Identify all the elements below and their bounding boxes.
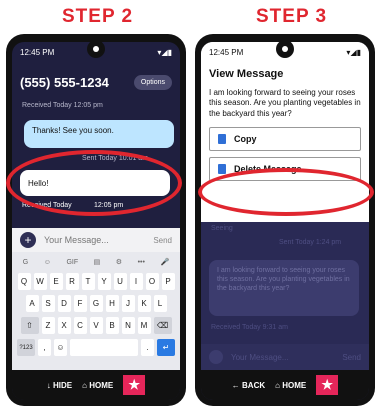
key[interactable]: I xyxy=(129,273,143,290)
bg-send: Send xyxy=(342,352,361,362)
highlight-oval-step-2 xyxy=(6,150,182,216)
home-button[interactable]: ⌂ HOME xyxy=(275,381,306,390)
options-button[interactable]: Options xyxy=(133,74,172,90)
bg-sent-meta: Sent Today 1:24 pm xyxy=(279,239,342,246)
key[interactable]: D xyxy=(57,295,71,312)
contact-phone-number: (555) 555-1234 xyxy=(20,74,109,90)
key[interactable]: B xyxy=(105,317,119,334)
bottom-nav-bar: ↓ HIDE ⌂ HOME ★ xyxy=(12,370,180,400)
messaging-screen: 12:45 PM ▾◢▮ (555) 555-1234 Options Rece… xyxy=(12,42,180,400)
keyboard-row-2: A S D F G H J K L xyxy=(15,295,177,312)
key[interactable]: K xyxy=(137,295,151,312)
key[interactable]: G xyxy=(89,295,103,312)
hide-button[interactable]: ↓ HIDE xyxy=(47,381,72,390)
dialog-message-text: I am looking forward to seeing your rose… xyxy=(209,88,361,118)
bottom-nav-bar: ← BACK ⌂ HOME ★ xyxy=(201,370,369,400)
shift-key[interactable]: ⇧ xyxy=(20,317,39,334)
keyboard-row-1: Q W E R T Y U I O P xyxy=(15,273,177,290)
top-meta: Received Today 12:05 pm xyxy=(22,102,103,109)
key[interactable]: U xyxy=(113,273,127,290)
keyboard-toolbar: G ☺ GIF ▤ ⚙ ••• 🎤 xyxy=(15,256,177,268)
send-button[interactable]: Send xyxy=(153,236,172,245)
key[interactable]: Z xyxy=(41,317,55,334)
more-icon[interactable]: ••• xyxy=(138,259,145,266)
status-icons: ▾◢▮ xyxy=(346,47,361,57)
keyboard-row-3: ⇧ Z X C V B N M ⌫ xyxy=(15,317,177,334)
star-icon[interactable]: ★ xyxy=(316,375,339,395)
enter-key[interactable]: ↵ xyxy=(157,339,175,356)
key[interactable]: L xyxy=(153,295,167,312)
bg-received-bubble: I am looking forward to seeing your rose… xyxy=(209,260,359,316)
message-options-screen: Seeing Sent Today 1:24 pm I am looking f… xyxy=(201,42,369,400)
conversation-header: (555) 555-1234 Options xyxy=(12,62,180,102)
gif-icon[interactable]: GIF xyxy=(66,259,78,266)
key[interactable]: M xyxy=(137,317,151,334)
mic-icon[interactable]: 🎤 xyxy=(161,258,170,266)
back-button[interactable]: ← BACK xyxy=(232,381,265,390)
bg-top-bubble: Seeing xyxy=(211,225,233,232)
space-key[interactable] xyxy=(70,339,138,356)
step-2-title: STEP 2 xyxy=(62,6,134,27)
status-time: 12:45 PM xyxy=(20,47,55,57)
message-input[interactable]: Your Message... xyxy=(44,235,145,245)
settings-icon[interactable]: ⚙ xyxy=(116,258,122,266)
key[interactable]: X xyxy=(57,317,71,334)
emoji-icon[interactable]: ☺ xyxy=(44,259,51,266)
phone-step-2: 12:45 PM ▾◢▮ (555) 555-1234 Options Rece… xyxy=(6,34,186,406)
message-composer: + Your Message... Send xyxy=(12,228,180,252)
key[interactable]: V xyxy=(89,317,103,334)
sent-message-bubble[interactable]: Thanks! See you soon. xyxy=(24,120,174,148)
step-3-title: STEP 3 xyxy=(256,6,328,27)
bg-received-meta: Received Today 9:31 am xyxy=(211,324,288,331)
copy-icon xyxy=(218,134,226,145)
key[interactable]: A xyxy=(25,295,39,312)
copy-button[interactable]: Copy xyxy=(209,127,361,152)
key[interactable]: N xyxy=(121,317,135,334)
comma-key[interactable]: , xyxy=(38,339,51,356)
add-attachment-button[interactable]: + xyxy=(20,232,36,248)
clipboard-icon[interactable]: ▤ xyxy=(94,258,101,266)
key[interactable]: P xyxy=(161,273,175,290)
bg-plus-icon xyxy=(209,350,223,364)
google-icon[interactable]: G xyxy=(23,259,28,266)
key[interactable]: H xyxy=(105,295,119,312)
trash-icon xyxy=(218,164,226,175)
keyboard: G ☺ GIF ▤ ⚙ ••• 🎤 Q W E R T Y U I O P A … xyxy=(12,252,180,370)
symbols-key[interactable]: ?123 xyxy=(17,339,35,356)
emoji-key[interactable]: ☺ xyxy=(54,339,67,356)
keyboard-row-4: ?123 , ☺ . ↵ xyxy=(15,339,177,356)
key[interactable]: Y xyxy=(97,273,111,290)
bg-composer: Your Message... Send xyxy=(201,344,369,370)
home-button[interactable]: ⌂ HOME xyxy=(82,381,113,390)
status-icons: ▾◢▮ xyxy=(157,47,172,57)
copy-label: Copy xyxy=(234,134,257,145)
star-icon[interactable]: ★ xyxy=(123,375,146,395)
status-time: 12:45 PM xyxy=(209,47,244,57)
key[interactable]: R xyxy=(65,273,79,290)
highlight-oval-step-3 xyxy=(198,168,374,216)
bg-message-input: Your Message... xyxy=(231,352,289,362)
dialog-title: View Message xyxy=(209,68,284,80)
key[interactable]: E xyxy=(49,273,63,290)
key[interactable]: C xyxy=(73,317,87,334)
key[interactable]: J xyxy=(121,295,135,312)
period-key[interactable]: . xyxy=(141,339,154,356)
key[interactable]: W xyxy=(33,273,47,290)
key[interactable]: F xyxy=(73,295,87,312)
key[interactable]: S xyxy=(41,295,55,312)
key[interactable]: Q xyxy=(17,273,31,290)
phone-step-3: Seeing Sent Today 1:24 pm I am looking f… xyxy=(195,34,375,406)
backspace-key[interactable]: ⌫ xyxy=(153,317,172,334)
key[interactable]: T xyxy=(81,273,95,290)
key[interactable]: O xyxy=(145,273,159,290)
